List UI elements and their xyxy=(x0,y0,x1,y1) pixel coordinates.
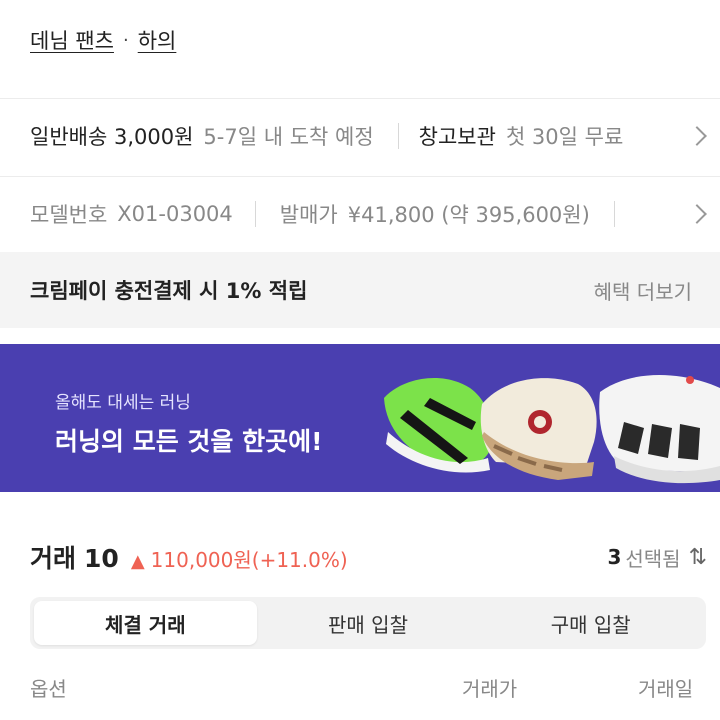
trade-summary-row: 거래 10 ▲ 110,000원(+11.0%) 3 선택됨 ⇅ xyxy=(0,530,720,584)
trade-label: 거래 xyxy=(30,544,77,573)
product-info-row[interactable]: 모델번호 X01-03004 발매가 ¥41,800 (약 395,600원) xyxy=(0,186,720,242)
breadcrumb-item-bottoms[interactable]: 하의 xyxy=(138,25,177,55)
tab-sell-bids[interactable]: 판매 입찰 xyxy=(257,601,480,645)
column-header-price: 거래가 xyxy=(462,676,518,701)
shipping-eta: 5-7일 내 도착 예정 xyxy=(203,125,374,149)
model-number-label: 모델번호 xyxy=(30,203,108,227)
trend-up-icon: ▲ xyxy=(130,551,145,572)
sort-icon[interactable]: ⇅ xyxy=(689,545,708,570)
shipping-method: 일반배송 3,000원 xyxy=(30,125,194,149)
benefit-title: 크림페이 충전결제 시 1% 적립 xyxy=(30,279,308,303)
chevron-right-icon xyxy=(687,204,707,224)
breadcrumb-separator: · xyxy=(122,29,129,51)
shipping-row[interactable]: 일반배송 3,000원 5-7일 내 도착 예정 창고보관 첫 30일 무료 xyxy=(0,108,720,164)
banner-headline: 러닝의 모든 것을 한곳에! xyxy=(55,427,323,456)
breadcrumb: 데님 팬츠 · 하의 xyxy=(30,22,176,58)
trade-table-header: 옵션 거래가 거래일 xyxy=(0,664,720,710)
divider xyxy=(0,98,720,99)
vertical-divider xyxy=(254,201,256,227)
chevron-right-icon xyxy=(687,126,707,146)
option-selector[interactable]: 3 선택됨 ⇅ xyxy=(607,543,708,572)
storage-desc: 첫 30일 무료 xyxy=(505,125,624,149)
white-running-shoe-image xyxy=(599,374,720,484)
banner-subtitle: 올해도 대세는 러닝 xyxy=(55,393,191,413)
breadcrumb-item-denim-pants[interactable]: 데님 팬츠 xyxy=(30,25,114,55)
trade-count: 10 xyxy=(84,544,119,573)
storage-label: 창고보관 xyxy=(418,125,496,149)
selected-label: 선택됨 xyxy=(625,546,681,571)
release-price-label: 발매가 xyxy=(279,203,338,227)
promo-banner[interactable]: 올해도 대세는 러닝 러닝의 모든 것을 한곳에! xyxy=(0,344,720,492)
trade-price-change: 110,000원(+11.0%) xyxy=(150,548,348,572)
tab-completed-trades[interactable]: 체결 거래 xyxy=(34,601,257,645)
benefit-row[interactable]: 크림페이 충전결제 시 1% 적립 혜택 더보기 xyxy=(0,252,720,328)
vertical-divider xyxy=(613,201,615,227)
model-number-value: X01-03004 xyxy=(117,202,233,226)
trade-tabs: 체결 거래 판매 입찰 구매 입찰 xyxy=(30,597,706,649)
benefit-more-link[interactable]: 혜택 더보기 xyxy=(594,276,692,305)
release-price-value: ¥41,800 (약 395,600원) xyxy=(347,203,590,227)
divider xyxy=(0,176,720,177)
selected-count: 3 xyxy=(607,545,622,569)
cream-running-shoe-image xyxy=(480,378,597,480)
column-header-option: 옵션 xyxy=(30,676,67,701)
column-header-date: 거래일 xyxy=(638,676,694,701)
tab-buy-bids[interactable]: 구매 입찰 xyxy=(479,601,702,645)
vertical-divider xyxy=(397,123,399,149)
